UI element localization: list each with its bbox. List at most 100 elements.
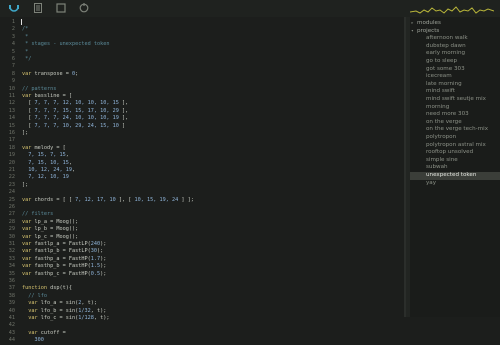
code-line[interactable]: 7, 15, 10, 15, (22, 160, 72, 167)
code-token: fasthp_c = FastHP( (31, 270, 91, 277)
project-item[interactable]: afternoon walk (410, 35, 500, 43)
stop-icon[interactable] (55, 2, 67, 14)
code-line[interactable]: var lp_a = Moog(); (22, 219, 78, 226)
project-item-selected[interactable]: unexpected token (410, 172, 500, 180)
line-number: 17 (8, 137, 15, 144)
code-line[interactable]: var lfo_b = sin(1/32, t); (22, 308, 106, 315)
project-item[interactable]: subwah (410, 164, 500, 172)
code-line[interactable]: var fasthp_b = FastHP(1.5); (22, 263, 106, 270)
project-item[interactable]: need more 303 (410, 111, 500, 119)
code-line[interactable]: var transpose = 0; (22, 71, 78, 78)
top-toolbar (0, 0, 500, 17)
project-item-label: on the verge tech-mix (426, 126, 489, 133)
project-item[interactable]: simple sine (410, 157, 500, 165)
folder-closed-icon[interactable]: ▸ (411, 20, 414, 28)
code-line[interactable]: [ 7, 7, 7, 24, 10, 10, 10, 19 ], (22, 115, 128, 122)
code-editor[interactable]: 1 2 3 4 5 6 7 8 9 10 11 12 13 14 15 16 17 18 19 20 21 22 23 24 2… (0, 17, 404, 343)
project-item[interactable]: mind swift (410, 88, 500, 96)
line-number: 14 (8, 115, 15, 122)
code-line[interactable]: var lfo_c = sin(1/128, t); (22, 315, 109, 322)
code-token: 10, 15, 19, 24 (134, 196, 179, 203)
code-token: ]; (22, 130, 29, 136)
project-item[interactable]: dubstep dawn (410, 43, 500, 51)
project-item[interactable]: polytropon astral mix (410, 142, 500, 150)
project-item[interactable]: mind swift seutje mix (410, 96, 500, 104)
code-line[interactable]: var melody = [ (22, 145, 66, 152)
code-line[interactable]: var lp_c = Moog(); (22, 234, 78, 241)
code-line[interactable]: 7, 15, 7, 15, (22, 152, 69, 159)
code-token: ); (100, 255, 107, 262)
folder-open-icon[interactable]: ▾ (411, 28, 414, 36)
reset-icon[interactable] (78, 2, 90, 14)
code-token: var (22, 270, 32, 277)
project-item[interactable]: morning (410, 104, 500, 112)
code-area[interactable]: /* * * stages - unexpected token * */ var… (22, 17, 402, 343)
document-icon[interactable] (32, 2, 44, 14)
code-line[interactable]: 7, 12, 10, 19 (22, 174, 69, 181)
code-line[interactable]: var fasthp_c = FastHP(0.5); (22, 271, 106, 278)
line-number: 42 (8, 322, 15, 329)
waveform-display (409, 2, 495, 14)
project-item[interactable]: yay (410, 180, 500, 188)
code-token: 0.5 (90, 270, 101, 277)
code-line[interactable]: var fasthp_a = FastHP(1.7); (22, 256, 106, 263)
code-line[interactable]: // lfo (22, 293, 47, 300)
code-line[interactable]: 300 (22, 337, 44, 344)
code-line[interactable]: /* (22, 26, 28, 33)
code-line[interactable]: function dsp(t){ (22, 285, 72, 292)
code-token: ] (118, 122, 126, 129)
project-item-label: need more 303 (426, 111, 469, 118)
code-token: var (22, 93, 32, 99)
code-line[interactable]: */ (22, 56, 31, 63)
code-token: , t); (81, 300, 97, 307)
code-line[interactable]: var fastlp_b = FastLP(30); (22, 248, 103, 255)
code-token: 7, 7, 7, 15, 15, 17, 10, 29 (34, 107, 119, 114)
code-line[interactable]: [ 7, 7, 7, 10, 29, 24, 15, 10 ] (22, 123, 125, 130)
project-item[interactable]: rooftop unsolved (410, 149, 500, 157)
code-line[interactable]: var lfo_a = sin(2, t); (22, 300, 97, 307)
project-item-label: afternoon walk (426, 35, 468, 42)
code-line[interactable]: ]; (22, 182, 28, 189)
project-item[interactable]: got some 303 (410, 66, 500, 74)
folder-modules[interactable]: modules (417, 20, 441, 28)
code-line[interactable]: * (22, 49, 28, 56)
code-line[interactable]: * stages - unexpected token (22, 41, 109, 48)
code-token: // filters (22, 211, 54, 218)
code-token: var (22, 263, 32, 270)
code-line[interactable]: ]; (22, 130, 28, 137)
code-token: var (22, 144, 32, 151)
code-line[interactable]: var bassline = [ (22, 93, 72, 100)
project-item[interactable]: late morning (410, 81, 500, 89)
code-line[interactable]: [ 7, 7, 7, 12, 10, 10, 10, 15 ], (22, 100, 128, 107)
code-line[interactable]: var lp_b = Moog(); (22, 226, 78, 233)
code-line[interactable]: 10, 12, 24, 19, (22, 167, 75, 174)
project-item[interactable]: early morning (410, 50, 500, 58)
line-number-gutter: 1 2 3 4 5 6 7 8 9 10 11 12 13 14 15 16 17 18 19 20 21 22 23 24 2… (0, 17, 16, 343)
listen-icon[interactable] (8, 2, 20, 14)
code-token: var (22, 248, 32, 255)
project-item-label: icecream (426, 73, 452, 80)
project-item[interactable]: icecream (410, 73, 500, 81)
code-line[interactable]: var fastlp_a = FastLP(240); (22, 241, 106, 248)
code-line[interactable]: var chords = [ [ 7, 12, 17, 10 ], [ 10, … (22, 197, 194, 204)
code-line[interactable]: // filters (22, 211, 53, 218)
code-token: [ (22, 107, 35, 114)
project-item[interactable]: polytropon (410, 134, 500, 142)
project-item[interactable]: on the verge (410, 119, 500, 127)
code-line[interactable]: [ 7, 7, 7, 15, 15, 17, 10, 29 ], (22, 108, 128, 115)
code-token: 7, 15, 10, 15 (28, 159, 69, 166)
code-token: 1.5 (90, 263, 101, 270)
code-token: var (22, 241, 32, 247)
project-item-label: on the verge (426, 118, 462, 125)
line-number: 33 (8, 255, 15, 262)
code-token: 7, 15, 7, 15 (28, 152, 66, 159)
code-token: 10, 12, 24, 19 (28, 167, 72, 173)
folder-projects[interactable]: projects (417, 28, 439, 36)
line-number: 24 (8, 189, 15, 196)
project-item[interactable]: on the verge tech-mix (410, 126, 500, 134)
code-line[interactable]: * (22, 34, 28, 41)
project-item[interactable]: go to sleep (410, 58, 500, 66)
code-line[interactable]: var cutoff = (22, 330, 65, 337)
code-line[interactable]: // patterns (22, 86, 56, 93)
